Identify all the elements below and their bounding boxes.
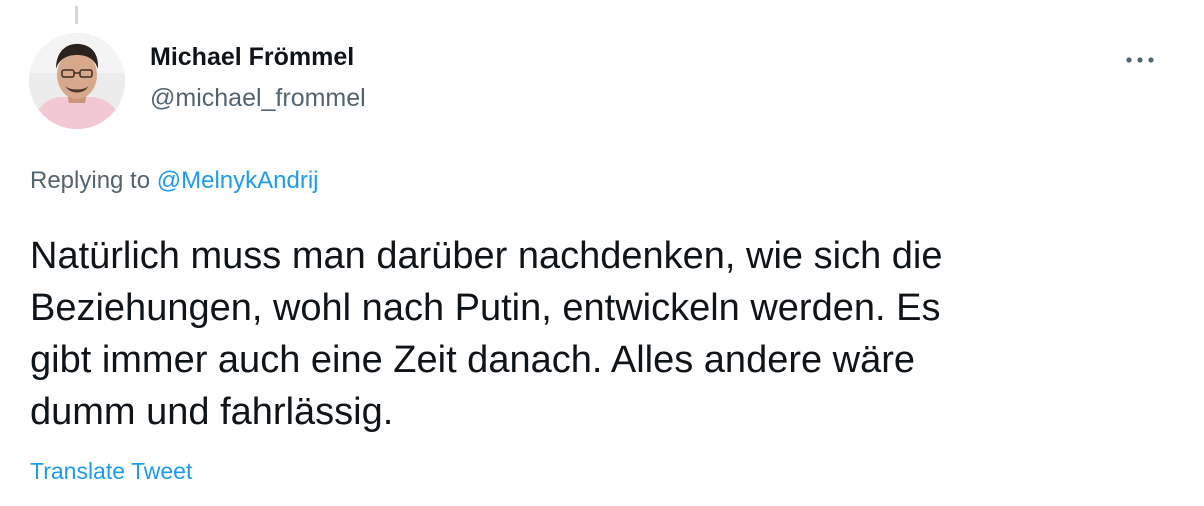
tweet-text-line: gibt immer auch eine Zeit danach. Alles … [30, 339, 916, 381]
replying-to-mention-link[interactable]: @MelnykAndrij [157, 167, 319, 194]
replying-to-line: Replying to @MelnykAndrij [30, 167, 319, 195]
more-horizontal-icon [1126, 57, 1154, 63]
author-name[interactable]: Michael Frömmel [150, 43, 354, 72]
tweet-text-line: Natürlich muss man darüber nachdenken, w… [30, 235, 943, 277]
author-handle[interactable]: @michael_frommel [150, 84, 366, 113]
avatar[interactable] [29, 33, 125, 129]
profile-photo-icon [29, 33, 125, 129]
thread-connector-line [75, 6, 78, 24]
tweet-text-line: dumm und fahrlässig. [30, 391, 394, 433]
tweet-text-line: Beziehungen, wohl nach Putin, entwickeln… [30, 287, 941, 329]
replying-to-label: Replying to [30, 167, 151, 194]
tweet-text: Natürlich muss man darüber nachdenken, w… [30, 230, 1180, 438]
more-options-button[interactable] [1122, 42, 1158, 78]
translate-tweet-link[interactable]: Translate Tweet [30, 458, 192, 485]
